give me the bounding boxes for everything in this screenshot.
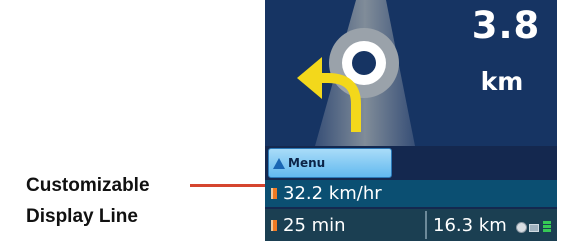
- menu-button[interactable]: Menu: [268, 148, 392, 178]
- status-divider: [425, 211, 427, 239]
- distance-to-turn-value: 3.8: [471, 4, 541, 47]
- maneuver-panel: 3.8 km: [265, 0, 557, 146]
- speed-value: 32.2 km/hr: [283, 183, 382, 204]
- memory-card-icon: [529, 224, 539, 232]
- distance-to-turn-unit: km: [480, 67, 524, 96]
- gps-icon: [516, 222, 527, 233]
- callout-line-1: Customizable: [26, 175, 150, 196]
- navigation-screen: 3.8 km Menu 32.2 km/hr 25 min 16.3 km: [265, 0, 557, 241]
- flag-icon: [271, 188, 277, 199]
- flag-icon: [271, 219, 277, 231]
- status-bar: 25 min 16.3 km: [265, 209, 557, 241]
- customizable-display-line[interactable]: 32.2 km/hr: [265, 180, 557, 207]
- time-remaining-value: 25 min: [283, 214, 346, 236]
- callout-line-2: Display Line: [26, 206, 138, 227]
- distance-remaining-field[interactable]: 16.3 km: [429, 209, 515, 241]
- battery-icon: [543, 221, 551, 235]
- up-triangle-icon: [273, 157, 285, 169]
- callout-label: Customizable Display Line: [26, 170, 150, 232]
- menu-label: Menu: [288, 156, 326, 170]
- time-remaining-field[interactable]: 25 min: [265, 209, 423, 241]
- callout-leader-line: [190, 184, 266, 187]
- distance-remaining-value: 16.3 km: [433, 214, 507, 236]
